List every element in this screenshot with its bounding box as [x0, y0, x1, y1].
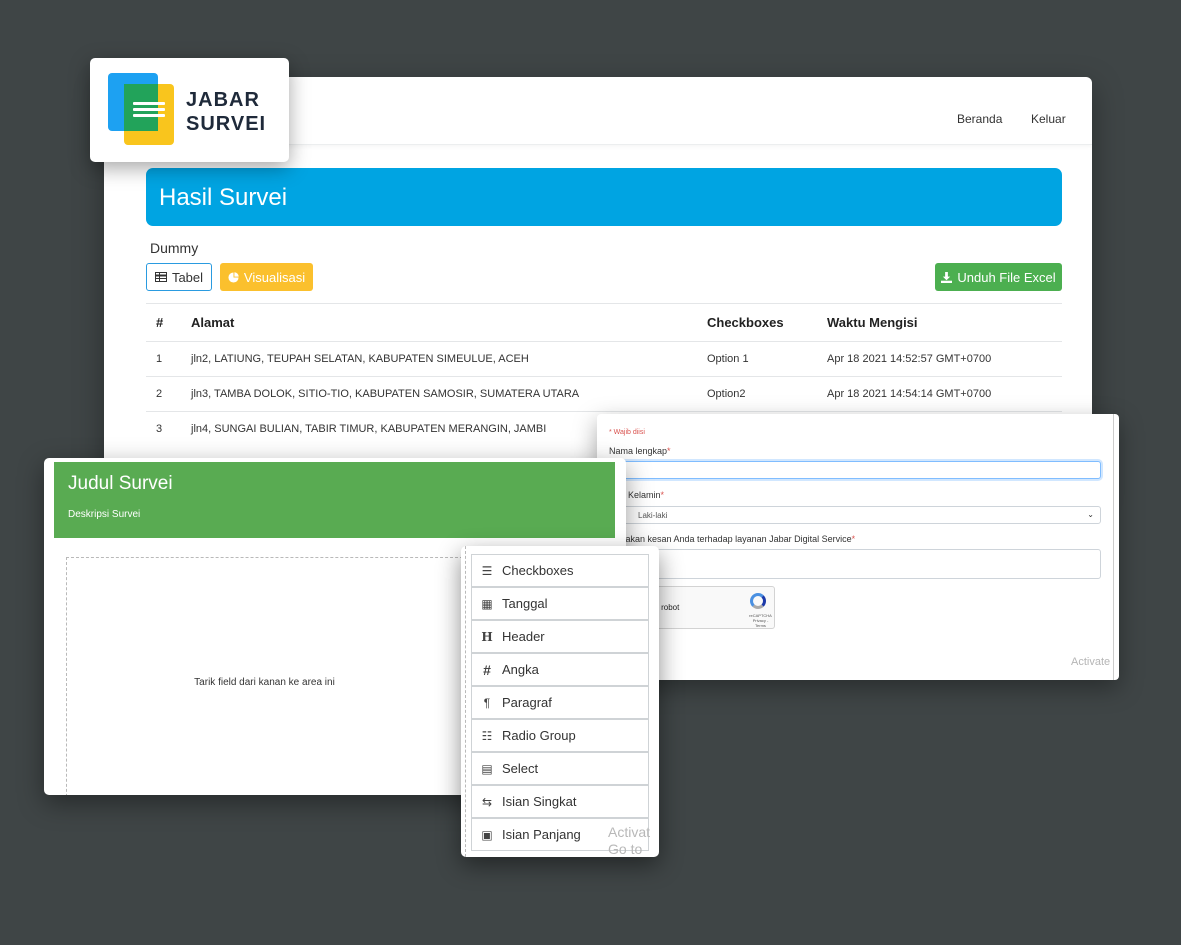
palette-field-isian-singkat[interactable]: ⇆ Isian Singkat	[471, 785, 649, 818]
watermark-line: Go to Se	[608, 841, 643, 857]
gender-select-value: Laki-laki	[638, 510, 668, 520]
table-header-row: # Alamat Checkboxes Waktu Mengisi	[146, 303, 1062, 341]
field-drop-area[interactable]: Tarik field dari kanan ke area ini	[66, 557, 463, 795]
required-star: *	[851, 534, 856, 544]
row-checkboxes: Option 1	[707, 353, 749, 365]
recaptcha-brand: reCAPTCHA Privacy - Terms	[747, 613, 774, 628]
row-address: jln3, TAMBA DOLOK, SITIO-TIO, KABUPATEN …	[191, 388, 580, 400]
logo-line	[133, 114, 165, 117]
chevron-down-icon: ⌄	[1087, 510, 1094, 519]
survey-form-window: * Wajib diisi Nama lengkap* s Kelamin* L…	[597, 414, 1119, 680]
column-header-no: #	[156, 315, 164, 330]
pie-chart-icon	[228, 271, 239, 283]
row-checkboxes: Option2	[707, 388, 746, 400]
palette-field-radio-group[interactable]: ☷ Radio Group	[471, 719, 649, 752]
row-number: 1	[156, 353, 163, 365]
gender-label-text: s Kelamin	[621, 490, 661, 500]
recaptcha-terms: Privacy - Terms	[752, 618, 769, 628]
visualisasi-button-label: Visualisasi	[243, 269, 306, 285]
column-header-alamat: Alamat	[191, 315, 235, 330]
field-label: Isian Singkat	[502, 794, 577, 809]
column-header-checkboxes: Checkboxes	[707, 315, 784, 330]
required-note: * Wajib diisi	[609, 429, 645, 436]
palette-field-angka[interactable]: # Angka	[471, 653, 649, 686]
name-input[interactable]	[609, 461, 1101, 479]
calendar-icon: ▦	[481, 596, 493, 611]
impression-textarea[interactable]	[609, 549, 1101, 579]
long-text-icon: ▣	[481, 827, 493, 842]
palette-dashed-border	[465, 546, 466, 857]
hash-icon: #	[483, 661, 491, 678]
row-timestamp: Apr 18 2021 14:54:14 GMT+0700	[827, 388, 992, 400]
impression-label-text: takan kesan Anda terhadap layanan Jabar …	[623, 534, 852, 544]
drop-area-hint: Tarik field dari kanan ke area ini	[194, 677, 335, 688]
field-label: Header	[502, 629, 545, 644]
field-label: Radio Group	[502, 728, 576, 743]
survey-header: Judul Survei Deskripsi Survei	[54, 462, 615, 538]
download-button-label: Unduh File Excel	[957, 269, 1056, 285]
list-radio-icon: ☷	[481, 728, 493, 743]
page-title: Hasil Survei	[159, 184, 288, 211]
download-excel-button[interactable]: Unduh File Excel	[935, 263, 1062, 291]
jabar-survei-logo: JABAR SURVEI	[90, 58, 289, 162]
activate-watermark: Activat Go to Se	[608, 824, 659, 857]
name-label-text: Nama lengkap	[609, 446, 668, 456]
row-address: jln2, LATIUNG, TEUPAH SELATAN, KABUPATEN…	[191, 353, 529, 365]
watermark-line: Activat	[608, 824, 651, 840]
palette-field-header[interactable]: H Header	[471, 620, 649, 653]
logo-wordmark: JABAR SURVEI	[186, 88, 266, 136]
tabel-view-button[interactable]: Tabel	[146, 263, 212, 291]
field-label: Tanggal	[502, 596, 548, 611]
palette-field-tanggal[interactable]: ▦ Tanggal	[471, 587, 649, 620]
field-label: Paragraf	[502, 695, 552, 710]
recaptcha-icon	[750, 593, 766, 609]
field-label: Isian Panjang	[502, 827, 581, 842]
nav-link-keluar[interactable]: Keluar	[1031, 112, 1066, 126]
visualisasi-view-button[interactable]: Visualisasi	[220, 263, 313, 291]
select-icon: ▤	[481, 761, 493, 776]
gender-select[interactable]: Laki-laki ⌄	[609, 506, 1101, 524]
row-number: 2	[156, 388, 163, 400]
palette-field-select[interactable]: ▤ Select	[471, 752, 649, 785]
field-label: Select	[502, 761, 539, 776]
field-palette: ☰ Checkboxes ▦ Tanggal H Header # Angka …	[461, 546, 659, 857]
name-field-label: Nama lengkap*	[609, 446, 671, 456]
download-icon	[941, 271, 953, 283]
window-edge	[1113, 414, 1114, 680]
paragraph-icon: ¶	[483, 695, 491, 710]
page-banner: Hasil Survei	[146, 168, 1062, 226]
palette-field-paragraf[interactable]: ¶ Paragraf	[471, 686, 649, 719]
palette-field-checkboxes[interactable]: ☰ Checkboxes	[471, 554, 649, 587]
gender-field-label: s Kelamin*	[621, 490, 664, 500]
required-star: *	[660, 490, 665, 500]
survey-title[interactable]: Judul Survei	[68, 473, 173, 495]
nav-link-beranda[interactable]: Beranda	[957, 112, 1002, 126]
field-label: Checkboxes	[502, 563, 574, 578]
field-label: Angka	[502, 662, 539, 677]
table-row: 2 jln3, TAMBA DOLOK, SITIO-TIO, KABUPATE…	[146, 376, 1062, 411]
logo-line	[133, 108, 165, 111]
table-row: 1 jln2, LATIUNG, TEUPAH SELATAN, KABUPAT…	[146, 341, 1062, 376]
tabel-button-label: Tabel	[171, 269, 204, 285]
survey-name: Dummy	[150, 240, 199, 256]
logo-word-jabar: JABAR	[186, 89, 260, 111]
heading-icon: H	[481, 629, 493, 644]
row-number: 3	[156, 423, 163, 435]
activate-watermark: Activate	[1071, 656, 1111, 668]
table-icon	[154, 272, 167, 282]
short-text-icon: ⇆	[481, 794, 493, 809]
logo-word-survei: SURVEI	[186, 113, 267, 135]
column-header-waktu: Waktu Mengisi	[827, 315, 918, 330]
required-star: *	[667, 446, 671, 456]
survey-description[interactable]: Deskripsi Survei	[68, 509, 140, 520]
row-address: jln4, SUNGAI BULIAN, TABIR TIMUR, KABUPA…	[191, 423, 547, 435]
row-timestamp: Apr 18 2021 14:52:57 GMT+0700	[827, 353, 992, 365]
logo-line	[133, 102, 165, 105]
list-check-icon: ☰	[481, 563, 493, 578]
impression-field-label: takan kesan Anda terhadap layanan Jabar …	[623, 534, 855, 544]
